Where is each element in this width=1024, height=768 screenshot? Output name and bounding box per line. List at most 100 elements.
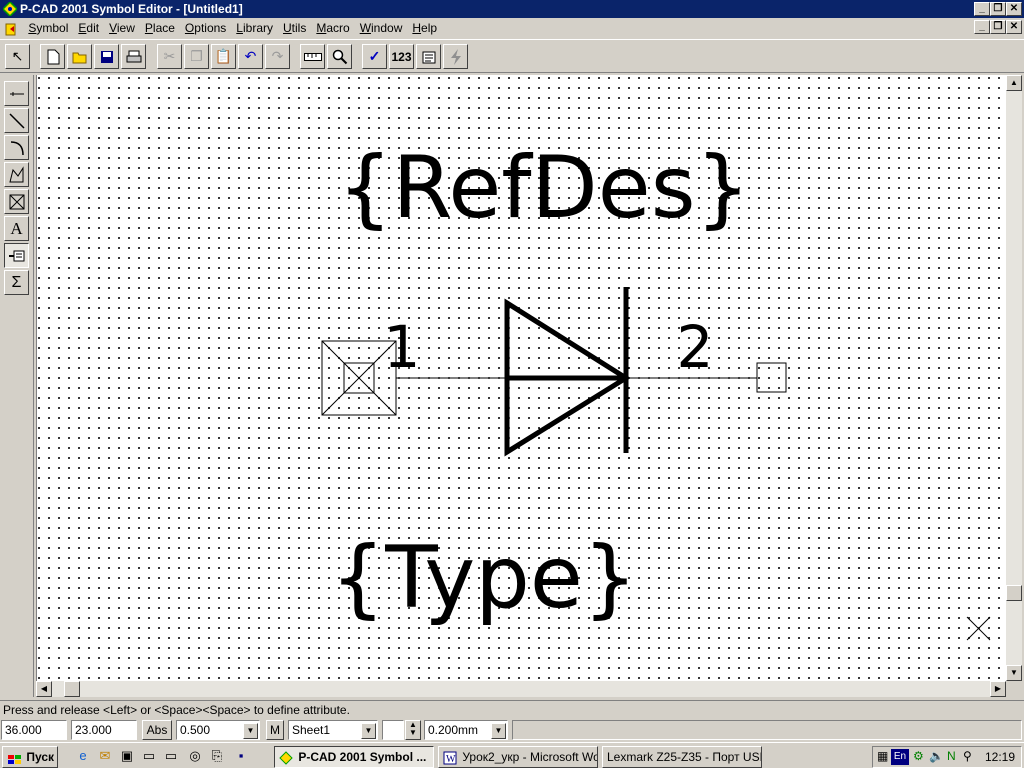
clock[interactable]: 12:19 <box>985 750 1015 764</box>
lightning-icon <box>450 48 461 65</box>
paste-button[interactable]: 📋 <box>211 44 236 69</box>
network-icon[interactable]: ◎ <box>186 748 204 764</box>
mode-m-button[interactable]: M <box>266 720 284 740</box>
undo-icon: ↶ <box>244 48 257 64</box>
task-label: Lexmark Z25-Z35 - Порт USB <box>607 750 762 764</box>
task-pcad[interactable]: P-CAD 2001 Symbol ... <box>274 746 434 768</box>
usb-icon[interactable]: ⚲ <box>963 749 972 763</box>
line-width-spinner[interactable]: ▲ ▼ <box>405 720 421 740</box>
scroll-down-icon[interactable]: ▼ <box>1006 665 1022 681</box>
app-logo-icon <box>1 0 19 18</box>
pin2-marker[interactable] <box>756 362 787 393</box>
cut-button[interactable]: ✂ <box>157 44 182 69</box>
zoom-button[interactable] <box>327 44 352 69</box>
symbol-drawing: {RefDes} 1 2 {Type} <box>321 138 991 641</box>
crosshair-cursor-icon <box>966 616 991 641</box>
renumber-button[interactable]: 123 <box>389 44 414 69</box>
x-coordinate-field[interactable]: 36.000 <box>1 720 67 740</box>
undo-button[interactable]: ↶ <box>238 44 263 69</box>
sigma-icon: Σ <box>11 273 22 291</box>
place-field-button[interactable] <box>4 189 29 214</box>
doc-restore-button[interactable]: ❐ <box>990 20 1006 34</box>
drive-icon[interactable]: ▭ <box>140 748 158 764</box>
printer-icon <box>126 50 141 62</box>
word-icon: W <box>443 751 459 765</box>
dropdown-arrow-icon[interactable]: ▼ <box>243 723 258 739</box>
status-bar: Press and release <Left> or <Space><Spac… <box>0 700 1024 718</box>
print-button[interactable] <box>121 44 146 69</box>
arc-icon <box>10 140 24 155</box>
copy-disk-icon[interactable]: ⎘ <box>208 748 226 764</box>
minimize-button[interactable]: _ <box>974 2 990 16</box>
dropdown-arrow-icon[interactable]: ▼ <box>491 723 506 739</box>
language-indicator[interactable]: En <box>891 749 909 765</box>
type-attribute[interactable]: {Type} <box>331 528 638 628</box>
placement-palette: A Σ <box>0 75 34 697</box>
redo-button[interactable]: ↷ <box>265 44 290 69</box>
place-ieee-button[interactable]: Σ <box>4 270 29 295</box>
start-button[interactable]: Пуск <box>2 746 58 768</box>
measure-button[interactable] <box>300 44 325 69</box>
outlook-icon[interactable]: ✉ <box>96 748 114 764</box>
place-attribute-button[interactable] <box>4 243 29 268</box>
horizontal-scroll-thumb[interactable] <box>64 681 80 697</box>
attributes-button[interactable] <box>416 44 441 69</box>
copy-button[interactable]: ❐ <box>184 44 209 69</box>
layer-color-swatch[interactable] <box>382 720 404 740</box>
line-width-select[interactable]: 0.200mm ▼ <box>424 720 508 740</box>
menu-place[interactable]: Place <box>140 18 180 38</box>
window-title: P-CAD 2001 Symbol Editor - [Untitled1] <box>20 2 243 16</box>
vertical-scrollbar[interactable]: ▲ ▼ <box>1006 75 1022 681</box>
scroll-left-icon[interactable]: ◀ <box>36 681 52 697</box>
volume-icon[interactable]: 🔈 <box>929 749 944 763</box>
y-coordinate-field[interactable]: 23.000 <box>71 720 137 740</box>
place-text-button[interactable]: A <box>4 216 29 241</box>
refdes-attribute[interactable]: {RefDes} <box>338 138 750 238</box>
place-line-button[interactable] <box>4 108 29 133</box>
sheet-value: Sheet1 <box>292 723 331 737</box>
restore-button[interactable]: ❐ <box>990 2 1006 16</box>
doc-minimize-button[interactable]: _ <box>974 20 990 34</box>
ie-icon[interactable]: e <box>74 748 92 764</box>
network-tray-icon[interactable]: ⚙ <box>913 749 924 763</box>
dropdown-arrow-icon[interactable]: ▼ <box>361 723 376 739</box>
menu-options[interactable]: Options <box>180 18 231 38</box>
select-tool-button[interactable]: ↖ <box>5 44 30 69</box>
tray-app-icon[interactable]: ▦ <box>877 749 888 763</box>
menu-library[interactable]: Library <box>231 18 278 38</box>
antivirus-icon[interactable]: N <box>947 749 956 763</box>
menu-bar: Symbol Edit View Place Options Library Utils Ma… <box>0 18 1024 38</box>
close-button[interactable]: ✕ <box>1006 2 1022 16</box>
design-canvas[interactable]: {RefDes} 1 2 {Type} <box>36 75 1006 681</box>
menu-symbol[interactable]: Symbol <box>23 18 73 38</box>
menu-help[interactable]: Help <box>407 18 442 38</box>
abs-toggle-button[interactable]: Abs <box>142 720 172 740</box>
wizard-button[interactable] <box>443 44 468 69</box>
menu-window[interactable]: Window <box>355 18 408 38</box>
drive2-icon[interactable]: ▭ <box>162 748 180 764</box>
save-button[interactable] <box>94 44 119 69</box>
horizontal-scrollbar[interactable]: ◀ ▶ <box>36 681 1006 697</box>
scroll-up-icon[interactable]: ▲ <box>1006 75 1022 91</box>
status-panel <box>512 720 1022 740</box>
open-button[interactable] <box>67 44 92 69</box>
validate-button[interactable]: ✓ <box>362 44 387 69</box>
menu-view[interactable]: View <box>104 18 140 38</box>
menu-macro[interactable]: Macro <box>311 18 354 38</box>
vertical-scroll-thumb[interactable] <box>1006 585 1022 601</box>
scroll-right-icon[interactable]: ▶ <box>990 681 1006 697</box>
task-printer[interactable]: Lexmark Z25-Z35 - Порт USB <box>602 746 762 768</box>
sheet-select[interactable]: Sheet1 ▼ <box>288 720 378 740</box>
desktop-icon[interactable]: ▣ <box>118 748 136 764</box>
place-polygon-button[interactable] <box>4 162 29 187</box>
task-word[interactable]: W Урок2_укр - Microsoft Word <box>438 746 598 768</box>
disk-icon[interactable]: ▪ <box>232 748 250 764</box>
grid-select[interactable]: 0.500 ▼ <box>176 720 260 740</box>
field-box-icon <box>9 194 24 209</box>
menu-edit[interactable]: Edit <box>73 18 104 38</box>
doc-close-button[interactable]: ✕ <box>1006 20 1022 34</box>
menu-utils[interactable]: Utils <box>278 18 311 38</box>
place-arc-button[interactable] <box>4 135 29 160</box>
place-pin-button[interactable] <box>4 81 29 106</box>
new-button[interactable] <box>40 44 65 69</box>
